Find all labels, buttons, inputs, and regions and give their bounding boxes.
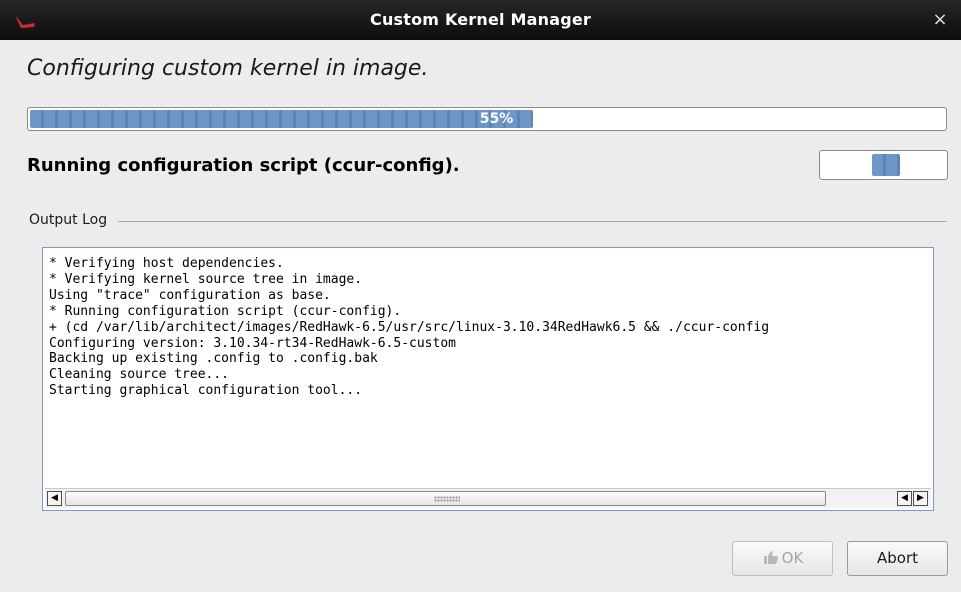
grip-icon	[434, 496, 460, 502]
abort-button[interactable]: Abort	[847, 541, 948, 576]
log-line: Backing up existing .config to .config.b…	[49, 351, 378, 367]
ok-label: OK	[781, 549, 804, 567]
status-text: Running configuration script (ccur-confi…	[27, 155, 460, 176]
close-icon[interactable]: ×	[929, 9, 951, 31]
output-log-panel[interactable]: * Verifying host dependencies. * Verifyin…	[42, 247, 934, 511]
log-line: * Verifying kernel source tree in image.	[49, 271, 363, 287]
scroll-right-arrow-icon[interactable]: ▶	[913, 491, 928, 506]
scroll-left-arrow-icon-right[interactable]: ◀	[897, 491, 912, 506]
scroll-left-arrow-icon[interactable]: ◀	[47, 491, 62, 506]
progress-percent: 55%	[479, 111, 514, 127]
output-log-label: Output Log	[29, 212, 108, 228]
log-line: * Verifying host dependencies.	[49, 256, 284, 271]
activity-indicator	[819, 150, 948, 180]
page-heading: Configuring custom kernel in image.	[27, 56, 429, 81]
output-log-text[interactable]: * Verifying host dependencies. * Verifyin…	[49, 256, 931, 484]
horizontal-scrollbar[interactable]: ◀ ◀ ▶	[45, 488, 931, 508]
log-line: * Running configuration script (ccur-con…	[49, 303, 402, 319]
thumbs-up-icon	[763, 551, 778, 564]
ok-button[interactable]: OK	[732, 541, 833, 576]
log-line: Configuring version: 3.10.34-rt34-RedHaw…	[49, 335, 456, 351]
log-line: Cleaning source tree...	[49, 367, 230, 383]
log-line: + (cd /var/lib/architect/images/RedHawk-…	[49, 319, 770, 335]
group-divider	[118, 221, 947, 222]
scrollbar-thumb[interactable]	[65, 491, 826, 506]
log-line: Starting graphical configuration tool...	[49, 383, 363, 399]
window-title: Custom Kernel Manager	[370, 10, 591, 29]
title-bar: Custom Kernel Manager ×	[0, 0, 961, 40]
log-line: Using "trace" configuration as base.	[49, 287, 331, 303]
activity-indicator-block	[872, 154, 900, 176]
progress-bar: 55%	[27, 107, 947, 131]
